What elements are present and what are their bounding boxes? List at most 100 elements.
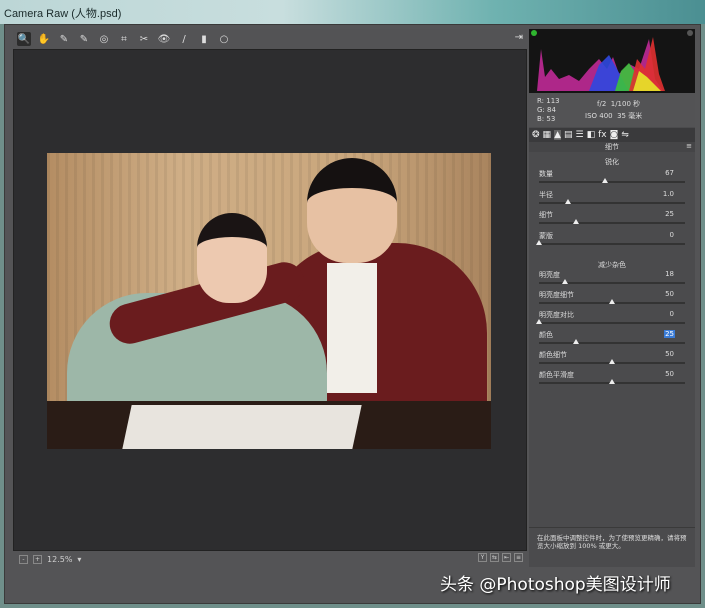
slider-value-input[interactable]: 25	[664, 210, 675, 218]
tab-split-toning-icon[interactable]: ☰	[576, 130, 584, 140]
shutter: 1/100 秒	[610, 100, 641, 108]
slider-label: 颜色	[539, 331, 553, 339]
slider-thumb[interactable]	[609, 359, 615, 364]
slider-label: 细节	[539, 211, 553, 219]
sharpen-slider-row: 细节 25	[539, 210, 685, 230]
export-icon[interactable]: ⇥	[515, 32, 523, 43]
slider-value-input[interactable]: 67	[664, 169, 675, 177]
slider-thumb[interactable]	[565, 198, 572, 204]
slider-value-input[interactable]: 50	[664, 350, 675, 358]
tab-camera-calibration-icon[interactable]: ◙	[610, 130, 619, 140]
zoom-tool-icon[interactable]: 🔍	[17, 32, 31, 46]
preview-photo	[47, 153, 491, 449]
right-panel: R: 113 G: 84 B: 53 f/2 1/100 秒 ISO 400 3…	[529, 29, 695, 567]
shadow-clipping-icon	[531, 30, 537, 36]
white-balance-tool-icon[interactable]: ✎	[57, 32, 71, 46]
zoom-in-button[interactable]: +	[33, 554, 42, 564]
focal-length: 35 毫米	[617, 112, 643, 120]
b-value: 53	[546, 115, 556, 123]
adjustment-brush-tool-icon[interactable]: /	[177, 32, 191, 46]
slider-thumb[interactable]	[609, 379, 615, 384]
slider-thumb[interactable]	[536, 239, 542, 245]
slider-track[interactable]	[539, 201, 685, 204]
aperture: f/2	[597, 100, 607, 108]
slider-value-input[interactable]: 50	[664, 290, 675, 298]
slider-thumb[interactable]	[601, 178, 608, 183]
slider-label: 颜色平滑度	[539, 371, 574, 379]
slider-label: 明亮度对比	[539, 311, 574, 319]
zoom-out-button[interactable]: -	[19, 554, 28, 564]
graduated-filter-tool-icon[interactable]: ▮	[197, 32, 211, 46]
spot-removal-tool-icon[interactable]: ✂	[137, 32, 151, 46]
slider-thumb[interactable]	[609, 299, 615, 304]
highlight-clipping-icon	[687, 30, 693, 36]
histogram	[529, 29, 695, 93]
histogram-graph	[531, 30, 693, 91]
slider-track[interactable]	[539, 242, 685, 245]
slider-thumb[interactable]	[562, 279, 569, 284]
panel-menu-icon[interactable]: ≡	[686, 142, 692, 150]
g-value: 84	[547, 106, 556, 114]
crop-tool-icon[interactable]: ⌗	[117, 32, 131, 46]
color-sampler-tool-icon[interactable]: ✎	[77, 32, 91, 46]
sharpen-slider-row: 半径 1.0	[539, 190, 685, 210]
slider-track[interactable]	[539, 282, 685, 284]
tab-basic-icon[interactable]: ❂	[532, 130, 540, 140]
preview-canvas[interactable]	[13, 49, 527, 551]
slider-label: 颜色细节	[539, 351, 567, 359]
red-eye-tool-icon[interactable]: 👁	[157, 32, 171, 46]
zoom-level[interactable]: 12.5%	[47, 555, 72, 564]
status-bar: - + 12.5% ▾ Y ⇆ ⇤ ≡	[13, 551, 527, 567]
slider-value-input[interactable]: 0	[669, 310, 675, 318]
slider-thumb[interactable]	[572, 339, 579, 344]
watermark: 头条 @Photoshop美图设计师	[440, 575, 671, 595]
slider-label: 半径	[539, 190, 553, 199]
hand-tool-icon[interactable]: ✋	[37, 32, 51, 46]
panel-header: 细节 ≡	[529, 142, 695, 152]
zoom-dropdown-icon[interactable]: ▾	[77, 555, 81, 564]
tab-detail-icon[interactable]: ▲	[554, 130, 561, 140]
toolbar: 🔍 ✋ ✎ ✎ ◎ ⌗ ✂ 👁 / ▮ ○ ⇥	[13, 29, 527, 49]
noise-slider-row: 明亮度 18	[539, 270, 685, 290]
r-value: 113	[546, 97, 560, 105]
iso: ISO 400	[585, 112, 613, 120]
tab-tone-curve-icon[interactable]: ▦	[543, 130, 552, 140]
slider-track[interactable]	[539, 342, 685, 344]
slider-value-input[interactable]: 18	[664, 270, 675, 278]
targeted-adjustment-tool-icon[interactable]: ◎	[97, 32, 111, 46]
copy-settings-icon[interactable]: ⇤	[502, 553, 511, 562]
slider-track[interactable]	[539, 322, 685, 324]
title-bar: Camera Raw (人物.psd)	[0, 0, 705, 24]
tab-effects-icon[interactable]: fx	[598, 130, 607, 140]
slider-value-input[interactable]: 50	[664, 370, 675, 378]
slider-track[interactable]	[539, 181, 685, 183]
tab-lens-icon[interactable]: ◧	[587, 130, 596, 140]
slider-label: 明亮度细节	[539, 291, 574, 299]
noise-slider-row: 颜色细节 50	[539, 350, 685, 370]
slider-value-input[interactable]: 0	[669, 231, 675, 239]
slider-thumb[interactable]	[572, 219, 579, 224]
tab-hsl-icon[interactable]: ▤	[564, 130, 573, 140]
panel-tabs: ❂ ▦ ▲ ▤ ☰ ◧ fx ◙ ⇋	[529, 128, 695, 142]
preview-settings-icon[interactable]: ≡	[514, 553, 523, 562]
slider-label: 明亮度	[539, 271, 560, 279]
noise-slider-row: 颜色 25	[539, 330, 685, 350]
slider-value-input[interactable]: 25	[664, 330, 675, 338]
before-after-y-button[interactable]: Y	[478, 553, 487, 562]
sharpen-slider-row: 蒙版 0	[536, 231, 685, 251]
preview-note: 在此面板中调整控件时，为了使预览更精确，请将预览大小缩放到 100% 或更大。	[529, 527, 695, 567]
swap-before-after-icon[interactable]: ⇆	[490, 553, 499, 562]
radial-filter-tool-icon[interactable]: ○	[217, 32, 231, 46]
slider-value-input[interactable]: 1.0	[662, 190, 675, 198]
window-title: Camera Raw (人物.psd)	[4, 8, 122, 20]
slider-thumb[interactable]	[536, 319, 542, 324]
tab-presets-icon[interactable]: ⇋	[621, 130, 629, 140]
noise-slider-row: 颜色平滑度 50	[539, 370, 685, 390]
sharpen-title: 锐化	[605, 158, 619, 166]
noise-reduction-title: 减少杂色	[598, 261, 626, 269]
sharpen-slider-row: 数量 67	[539, 169, 685, 189]
slider-track[interactable]	[539, 222, 685, 224]
camera-raw-window: 🔍 ✋ ✎ ✎ ◎ ⌗ ✂ 👁 / ▮ ○ ⇥ - + 12.5% ▾ Y ⇆ ⇤ ≡ R: 113 …	[4, 24, 701, 604]
panel-title: 细节	[605, 143, 619, 151]
noise-slider-row: 明亮度对比 0	[536, 310, 685, 330]
